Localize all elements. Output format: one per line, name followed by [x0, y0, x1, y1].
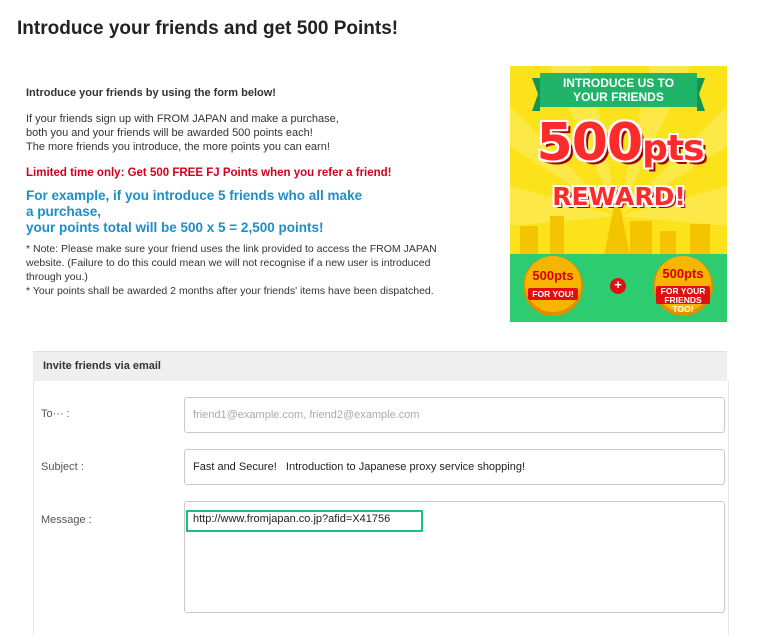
- example-text: For example, if you introduce 5 friends …: [26, 188, 363, 235]
- page-title: Introduce your friends and get 500 Point…: [17, 18, 399, 39]
- banner-reward: REWARD!: [552, 182, 686, 211]
- message-textarea[interactable]: http://www.fromjapan.co.jp?afid=X41756: [184, 501, 725, 613]
- coin-left-tag: FOR YOU!: [532, 289, 574, 299]
- referral-banner-image: INTRODUCE US TO YOUR FRIENDS 500pts REWA…: [510, 66, 727, 322]
- banner-points-unit: pts: [642, 128, 704, 169]
- invite-form-title: Invite friends via email: [43, 360, 161, 372]
- page: Introduce your friends and get 500 Point…: [0, 0, 761, 635]
- to-label: To··· :: [41, 408, 70, 420]
- intro-body: If your friends sign up with FROM JAPAN …: [26, 113, 339, 153]
- plus-sign: +: [614, 277, 622, 292]
- coin-right-tag-line2: FRIENDS TOO!: [664, 295, 702, 314]
- invite-form-header: Invite friends via email: [33, 351, 727, 381]
- banner-points-number: 500: [536, 113, 644, 173]
- coin-right-tag: FOR YOUR FRIENDS TOO!: [656, 287, 710, 314]
- intro-section: Introduce your friends by using the form…: [26, 86, 496, 298]
- coin-right-value: 500pts: [662, 266, 704, 281]
- limited-offer-text: Limited time only: Get 500 FREE FJ Point…: [26, 167, 392, 179]
- notes-text: * Note: Please make sure your friend use…: [26, 243, 437, 297]
- banner-heading: INTRODUCE US TO YOUR FRIENDS: [540, 73, 697, 110]
- coin-left-value: 500pts: [532, 268, 574, 283]
- subject-label: Subject :: [41, 461, 84, 473]
- to-email-input[interactable]: [184, 397, 725, 433]
- subject-input[interactable]: [184, 449, 725, 485]
- banner-points: 500pts: [530, 116, 710, 176]
- banner-heading-line1: INTRODUCE US TO: [562, 76, 675, 90]
- message-label: Message :: [41, 514, 92, 526]
- banner-heading-line2: YOUR FRIENDS: [573, 90, 664, 104]
- intro-lead: Introduce your friends by using the form…: [26, 87, 276, 99]
